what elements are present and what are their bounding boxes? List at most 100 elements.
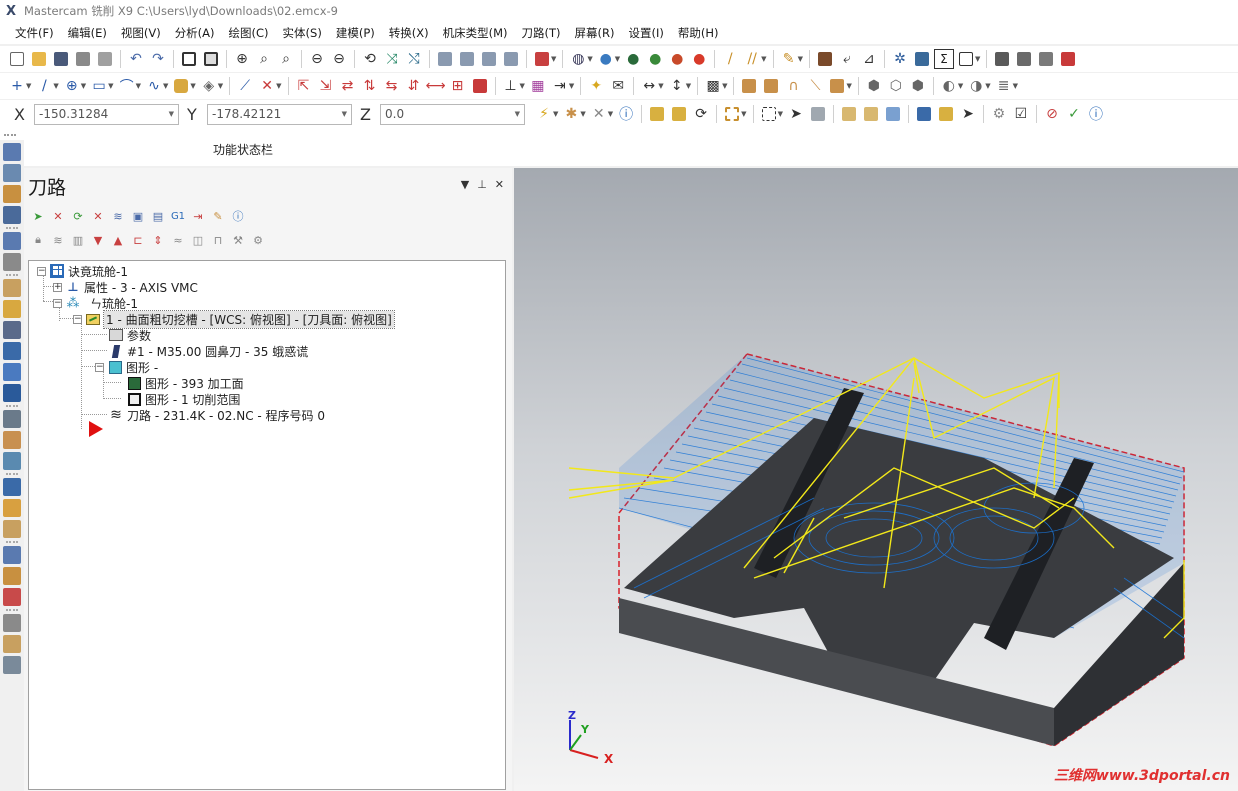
solid-2-icon[interactable]: ⬡	[886, 76, 906, 96]
stock-icon[interactable]	[827, 76, 847, 96]
chevron-down-icon[interactable]: ▼	[515, 110, 520, 118]
tree-node-geometry-boundary[interactable]: 图形 - 1 切削范围	[127, 391, 240, 407]
delete-entity-icon[interactable]: ✕	[257, 76, 277, 96]
sigma-icon[interactable]: Σ	[933, 49, 954, 69]
lt-tool-2-icon[interactable]	[3, 164, 21, 182]
lt-tool-18-icon[interactable]	[3, 520, 21, 538]
graphics-viewport[interactable]: Z Y X 三维网www.3dportal.cn	[514, 168, 1238, 791]
select-all-ops-icon[interactable]: ➤	[30, 208, 46, 224]
lt-tool-23-icon[interactable]	[3, 635, 21, 653]
zoom-in-icon[interactable]: ⌕	[254, 49, 274, 69]
check-tool-icon[interactable]: ⤶	[837, 49, 857, 69]
cancel-icon[interactable]: ⊘	[1042, 104, 1062, 124]
print-preview-icon[interactable]	[95, 49, 115, 69]
analyze-icon[interactable]: //	[742, 49, 762, 69]
display-selected-icon[interactable]: ◫	[190, 232, 206, 248]
draft-icon[interactable]: ◑	[966, 76, 986, 96]
fillet-icon[interactable]: ⌒	[117, 76, 137, 96]
menu-file[interactable]: 文件(F)	[8, 22, 61, 44]
menu-transform[interactable]: 转换(X)	[382, 22, 436, 44]
regen-icon[interactable]: ⟳	[691, 104, 711, 124]
grid-pattern-icon[interactable]: ▦	[528, 76, 548, 96]
open-file-icon[interactable]	[29, 49, 49, 69]
layers-icon[interactable]: ≣	[994, 76, 1014, 96]
circle-icon[interactable]: ⊕	[62, 76, 82, 96]
collapse-icon[interactable]: −	[53, 298, 62, 308]
nest-icon[interactable]: ⇥	[550, 76, 570, 96]
lt-tool-17-icon[interactable]	[3, 499, 21, 517]
move-down-icon[interactable]: ▼	[90, 232, 106, 248]
shaded-sphere-icon[interactable]: ●	[596, 49, 616, 69]
ruler-icon[interactable]: ⟍	[805, 76, 825, 96]
tree-node-tool[interactable]: #1 - M35.00 圆鼻刀 - 35 蛾惑谎	[109, 343, 308, 359]
toggle-display-icon[interactable]: ≋	[50, 232, 66, 248]
tool-manager-icon[interactable]	[992, 49, 1012, 69]
solid-sel-3-icon[interactable]	[883, 104, 903, 124]
wireframe-icon[interactable]: ◍	[568, 49, 588, 69]
front-view-icon[interactable]	[457, 49, 477, 69]
tree-node-geometry[interactable]: − 图形 -	[95, 359, 158, 375]
xform-6-icon[interactable]: ⇵	[404, 76, 424, 96]
shade-mode-2-icon[interactable]: ●	[645, 49, 665, 69]
settings-icon[interactable]: ⚙	[250, 232, 266, 248]
x-coord-field[interactable]: -150.31284 ▼	[34, 103, 179, 125]
shade-mode-1-icon[interactable]: ●	[623, 49, 643, 69]
trim-icon[interactable]: ⟋	[235, 76, 255, 96]
lt-tool-8-icon[interactable]	[3, 300, 21, 318]
dimension-icon[interactable]: ⊿	[859, 49, 879, 69]
ok-icon[interactable]: ✓	[1064, 104, 1084, 124]
tool-library-icon[interactable]	[1014, 49, 1034, 69]
wall-1-icon[interactable]	[739, 76, 759, 96]
verify-3-icon[interactable]: ⚙	[989, 104, 1009, 124]
z-coord-field[interactable]: 0.0 ▼	[380, 103, 525, 125]
tool-icon[interactable]: ⚒	[230, 232, 246, 248]
g1-icon[interactable]: G1	[170, 208, 186, 224]
highfeed-icon[interactable]: ✎	[210, 208, 226, 224]
xform-5-icon[interactable]: ⇆	[382, 76, 402, 96]
vertical-dim-icon[interactable]: ↕	[667, 76, 687, 96]
move-up-icon[interactable]: ▲	[110, 232, 126, 248]
lt-tool-7-icon[interactable]	[3, 279, 21, 297]
measure-icon[interactable]: /	[720, 49, 740, 69]
lt-tool-24-icon[interactable]	[3, 656, 21, 674]
menu-model[interactable]: 建模(P)	[329, 22, 382, 44]
simulate-icon[interactable]: ▤	[150, 208, 166, 224]
tree-node-toolpath-group[interactable]: − ⁂ ㄣ琉舱-1	[53, 295, 138, 311]
line-icon[interactable]: /	[34, 76, 54, 96]
verify-2-icon[interactable]	[936, 104, 956, 124]
regen-dirty-icon[interactable]: ✕	[90, 208, 106, 224]
auto-snap-icon[interactable]: ✱	[561, 104, 581, 124]
align-icon[interactable]: ⊥	[501, 76, 521, 96]
lt-tool-3-icon[interactable]	[3, 185, 21, 203]
xform-2-icon[interactable]: ⇲	[316, 76, 336, 96]
lt-tool-22-icon[interactable]	[3, 614, 21, 632]
xform-3-icon[interactable]: ⇄	[338, 76, 358, 96]
dynamic-rotate-icon[interactable]: ⟲	[360, 49, 380, 69]
pan-view-icon[interactable]: ⤭	[404, 49, 424, 69]
print-icon[interactable]	[73, 49, 93, 69]
solid-1-icon[interactable]: ⬢	[864, 76, 884, 96]
lock-icon[interactable]: 🔒︎	[30, 232, 46, 248]
unzoom-icon[interactable]: ⊖	[307, 49, 327, 69]
menu-toolpaths[interactable]: 刀路(T)	[515, 22, 568, 44]
close-icon[interactable]: ✕	[495, 178, 504, 191]
zoom-window-icon[interactable]	[201, 49, 221, 69]
lt-tool-11-icon[interactable]	[3, 363, 21, 381]
surface-icon[interactable]: ◈	[199, 76, 219, 96]
arch-icon[interactable]: ∩	[783, 76, 803, 96]
menu-solids[interactable]: 实体(S)	[276, 22, 329, 44]
selection-mode-icon[interactable]	[722, 104, 742, 124]
regen-ops-icon[interactable]: ⟳	[70, 208, 86, 224]
horizontal-dim-icon[interactable]: ↔	[639, 76, 659, 96]
menu-analyze[interactable]: 分析(A)	[168, 22, 222, 44]
y-coord-field[interactable]: -178.42121 ▼	[207, 103, 352, 125]
menu-view[interactable]: 视图(V)	[114, 22, 168, 44]
right-view-icon[interactable]	[479, 49, 499, 69]
grip-handle[interactable]	[4, 134, 16, 136]
new-file-icon[interactable]	[7, 49, 27, 69]
tree-node-machine-group[interactable]: − 诀竟琉舱-1	[37, 263, 128, 279]
solid-3-icon[interactable]: ⬢	[908, 76, 928, 96]
save-icon[interactable]	[51, 49, 71, 69]
lt-tool-6-icon[interactable]	[3, 253, 21, 271]
zoom-previous-icon[interactable]: ⊖	[329, 49, 349, 69]
